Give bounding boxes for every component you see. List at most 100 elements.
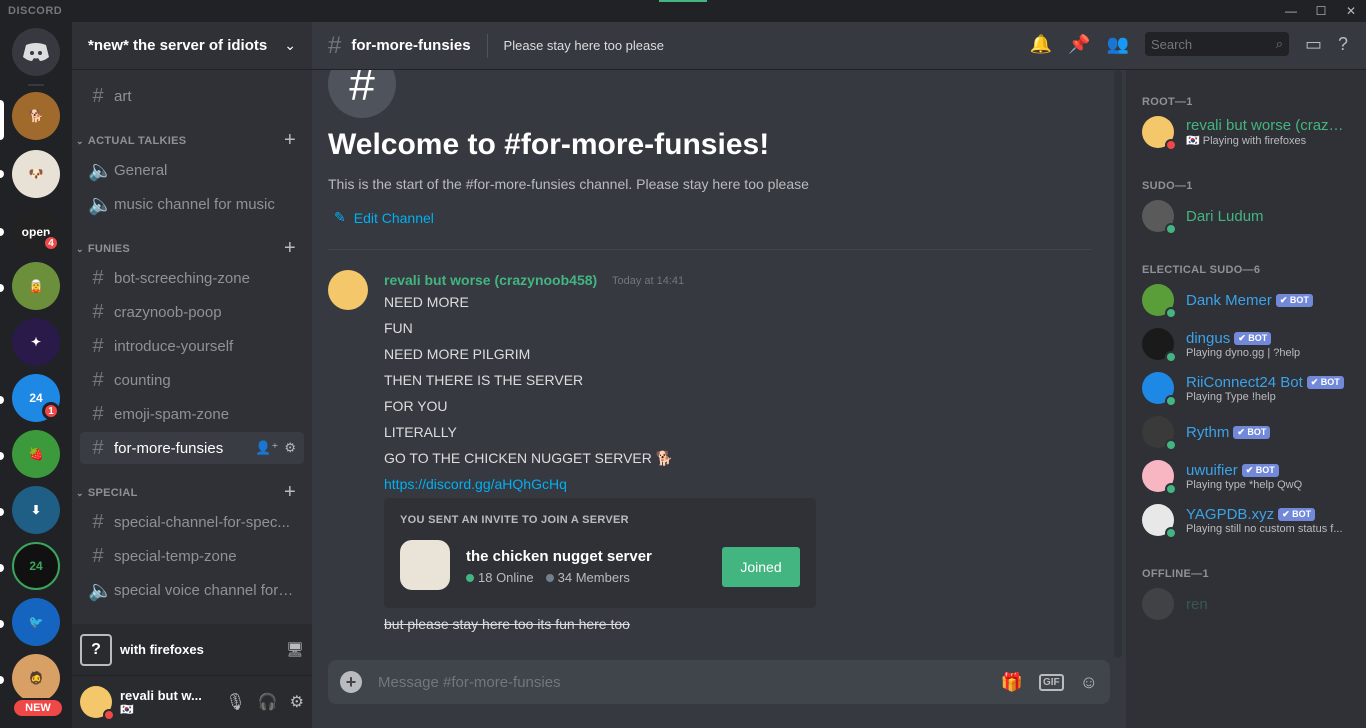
edit-channel-link[interactable]: ✎ Edit Channel [334, 209, 434, 226]
channel-bot-screeching-zone[interactable]: # bot-screeching-zone [80, 262, 304, 294]
voice-channel-icon: 🔈 [88, 159, 113, 182]
channel-label: introduce-yourself [114, 337, 234, 355]
server-icon[interactable]: 🧝 [12, 262, 60, 310]
create-channel-icon[interactable]: + [284, 237, 296, 260]
server-icon[interactable]: 24 [12, 542, 60, 590]
server-icon[interactable]: ✦ [12, 318, 60, 366]
online-status-icon [1165, 483, 1177, 495]
titlebar-accent [659, 0, 707, 2]
app-brand: DISCORD [8, 5, 63, 17]
search-input[interactable]: Search ⌕ [1144, 32, 1289, 56]
member-dingus[interactable]: dingus ✔ BOT Playing dyno.gg | ?help [1142, 324, 1362, 364]
member-dank-memer[interactable]: Dank Memer ✔ BOT [1142, 280, 1362, 320]
avatar [1142, 328, 1177, 363]
member-ren[interactable]: ren [1142, 584, 1362, 624]
header-divider [486, 33, 488, 58]
members-icon[interactable]: 👥 [1107, 34, 1129, 55]
member-uwuifier[interactable]: uwuifier ✔ BOT Playing type *help QwQ [1142, 456, 1362, 496]
member-group-sudo: SUDO—1 [1142, 180, 1193, 192]
avatar [1142, 200, 1177, 235]
gear-icon[interactable]: ⚙ [290, 692, 304, 712]
channel-emoji-spam-zone[interactable]: # emoji-spam-zone [80, 398, 304, 430]
member-activity: Playing still no custom status f... [1186, 522, 1343, 535]
window-titlebar: DISCORD — ☐ ✕ [0, 0, 1366, 22]
maximize-icon[interactable]: ☐ [1306, 0, 1336, 22]
channel-special-channel[interactable]: # special-channel-for-spec... [80, 506, 304, 538]
channel-for-more-funsies[interactable]: # for-more-funsies 👤⁺ ⚙ [80, 432, 304, 464]
member-count: 34 Members [557, 570, 630, 585]
server-list: 🐕 🐶 open 4 🧝 ✦ 24 1 🍓 ⬇ 24 🐦 🧔 NEW [0, 22, 72, 728]
channel-art[interactable]: # art [80, 80, 304, 112]
channel-special-temp-zone[interactable]: # special-temp-zone [80, 540, 304, 572]
avatar [1142, 284, 1177, 319]
member-yagpdb[interactable]: YAGPDB.xyz ✔ BOT Playing still no custom … [1142, 500, 1362, 540]
message-author[interactable]: revali but worse (crazynoob458) [384, 272, 597, 288]
server-icon[interactable]: ⬇ [12, 486, 60, 534]
online-status-icon [1165, 307, 1177, 319]
invite-title: YOU SENT AN INVITE TO JOIN A SERVER [400, 514, 629, 526]
member-riiconnect24[interactable]: RiiConnect24 Bot ✔ BOT Playing Type !help [1142, 368, 1362, 408]
voice-channel-icon: 🔈 [88, 193, 113, 216]
gif-button[interactable]: GIF [1038, 673, 1064, 691]
activity-panel: ? with firefoxes 🖥 [72, 624, 312, 676]
gear-icon[interactable]: ⚙ [284, 440, 296, 456]
locked-channel-icon: # [92, 300, 104, 323]
channel-label: emoji-spam-zone [114, 405, 230, 423]
create-channel-icon[interactable]: + [284, 481, 296, 504]
member-list: ROOT—1 revali but worse (crazynoob458) 🇰… [1126, 70, 1366, 728]
channel-introduce-yourself[interactable]: # introduce-yourself [80, 330, 304, 362]
home-button[interactable] [12, 28, 60, 76]
member-rythm[interactable]: Rythm ✔ BOT [1142, 412, 1362, 452]
create-channel-icon[interactable]: + [284, 129, 296, 152]
channel-crazynoob-poop[interactable]: # crazynoob-poop [80, 296, 304, 328]
channel-topic[interactable]: Please stay here too please [504, 38, 664, 53]
avatar[interactable] [80, 686, 115, 721]
channel-label: crazynoob-poop [114, 303, 222, 321]
help-icon[interactable]: ? [1338, 34, 1348, 55]
inbox-icon[interactable]: ▭ [1305, 34, 1322, 55]
server-icon[interactable]: 🐶 [12, 150, 60, 198]
gift-icon[interactable]: 🎁 [1001, 672, 1023, 693]
text-channel-icon: # [328, 31, 342, 59]
channel-general[interactable]: 🔈 General [80, 154, 304, 186]
unread-indicator [0, 170, 4, 178]
dnd-status-icon [103, 709, 115, 721]
chat-area: # for-more-funsies Please stay here too … [312, 22, 1126, 728]
emoji-icon[interactable]: ☺ [1080, 672, 1098, 693]
server-icon[interactable]: 🐦 [12, 598, 60, 646]
server-header[interactable]: *new* the server of idiots ⌄ [72, 22, 312, 70]
scrollbar[interactable] [1114, 70, 1122, 658]
member-group-root: ROOT—1 [1142, 96, 1193, 108]
unread-indicator [0, 396, 4, 404]
channel-label: special-temp-zone [114, 547, 237, 565]
screen-share-icon[interactable]: 🖥 [286, 641, 304, 658]
invite-link[interactable]: https://discord.gg/aHQhGcHq [384, 476, 567, 492]
category-funies[interactable]: ⌄ FUNIES + [76, 237, 304, 260]
invite-server-name: the chicken nugget server [466, 548, 652, 565]
member-revali[interactable]: revali but worse (crazynoob458) 🇰🇷 Playi… [1142, 112, 1362, 152]
close-icon[interactable]: ✕ [1336, 0, 1366, 22]
channel-special-voice[interactable]: 🔈 special voice channel for ... [80, 574, 304, 606]
headphones-icon[interactable]: 🎧 [258, 692, 278, 712]
joined-button[interactable]: Joined [722, 547, 800, 587]
invite-icon[interactable]: 👤⁺ [255, 440, 278, 456]
member-dari[interactable]: Dari Ludum [1142, 196, 1362, 236]
member-name: Dari Ludum [1186, 207, 1264, 225]
avatar[interactable] [328, 270, 368, 310]
category-actual-talkies[interactable]: ⌄ ACTUAL TALKIES + [76, 129, 304, 152]
server-icon[interactable]: 🧔 [12, 654, 60, 702]
minimize-icon[interactable]: — [1276, 0, 1306, 22]
microphone-icon[interactable]: 🎙 [225, 692, 245, 712]
bell-icon[interactable]: 🔔 [1030, 34, 1052, 55]
user-status-flag: 🇰🇷 [120, 704, 134, 716]
channel-music[interactable]: 🔈 music channel for music [80, 188, 304, 220]
server-icon[interactable]: 🐕 [12, 92, 60, 140]
pin-icon[interactable]: 📌 [1068, 34, 1090, 55]
server-icon[interactable]: 🍓 [12, 430, 60, 478]
channel-counting[interactable]: # counting [80, 364, 304, 396]
message-input[interactable] [378, 673, 1001, 691]
message-line: THEN THERE IS THE SERVER [384, 372, 584, 388]
category-special[interactable]: ⌄ SPECIAL + [76, 481, 304, 504]
message-line: but please stay here too its fun here to… [384, 616, 630, 632]
attach-plus-icon[interactable]: + [340, 671, 362, 693]
